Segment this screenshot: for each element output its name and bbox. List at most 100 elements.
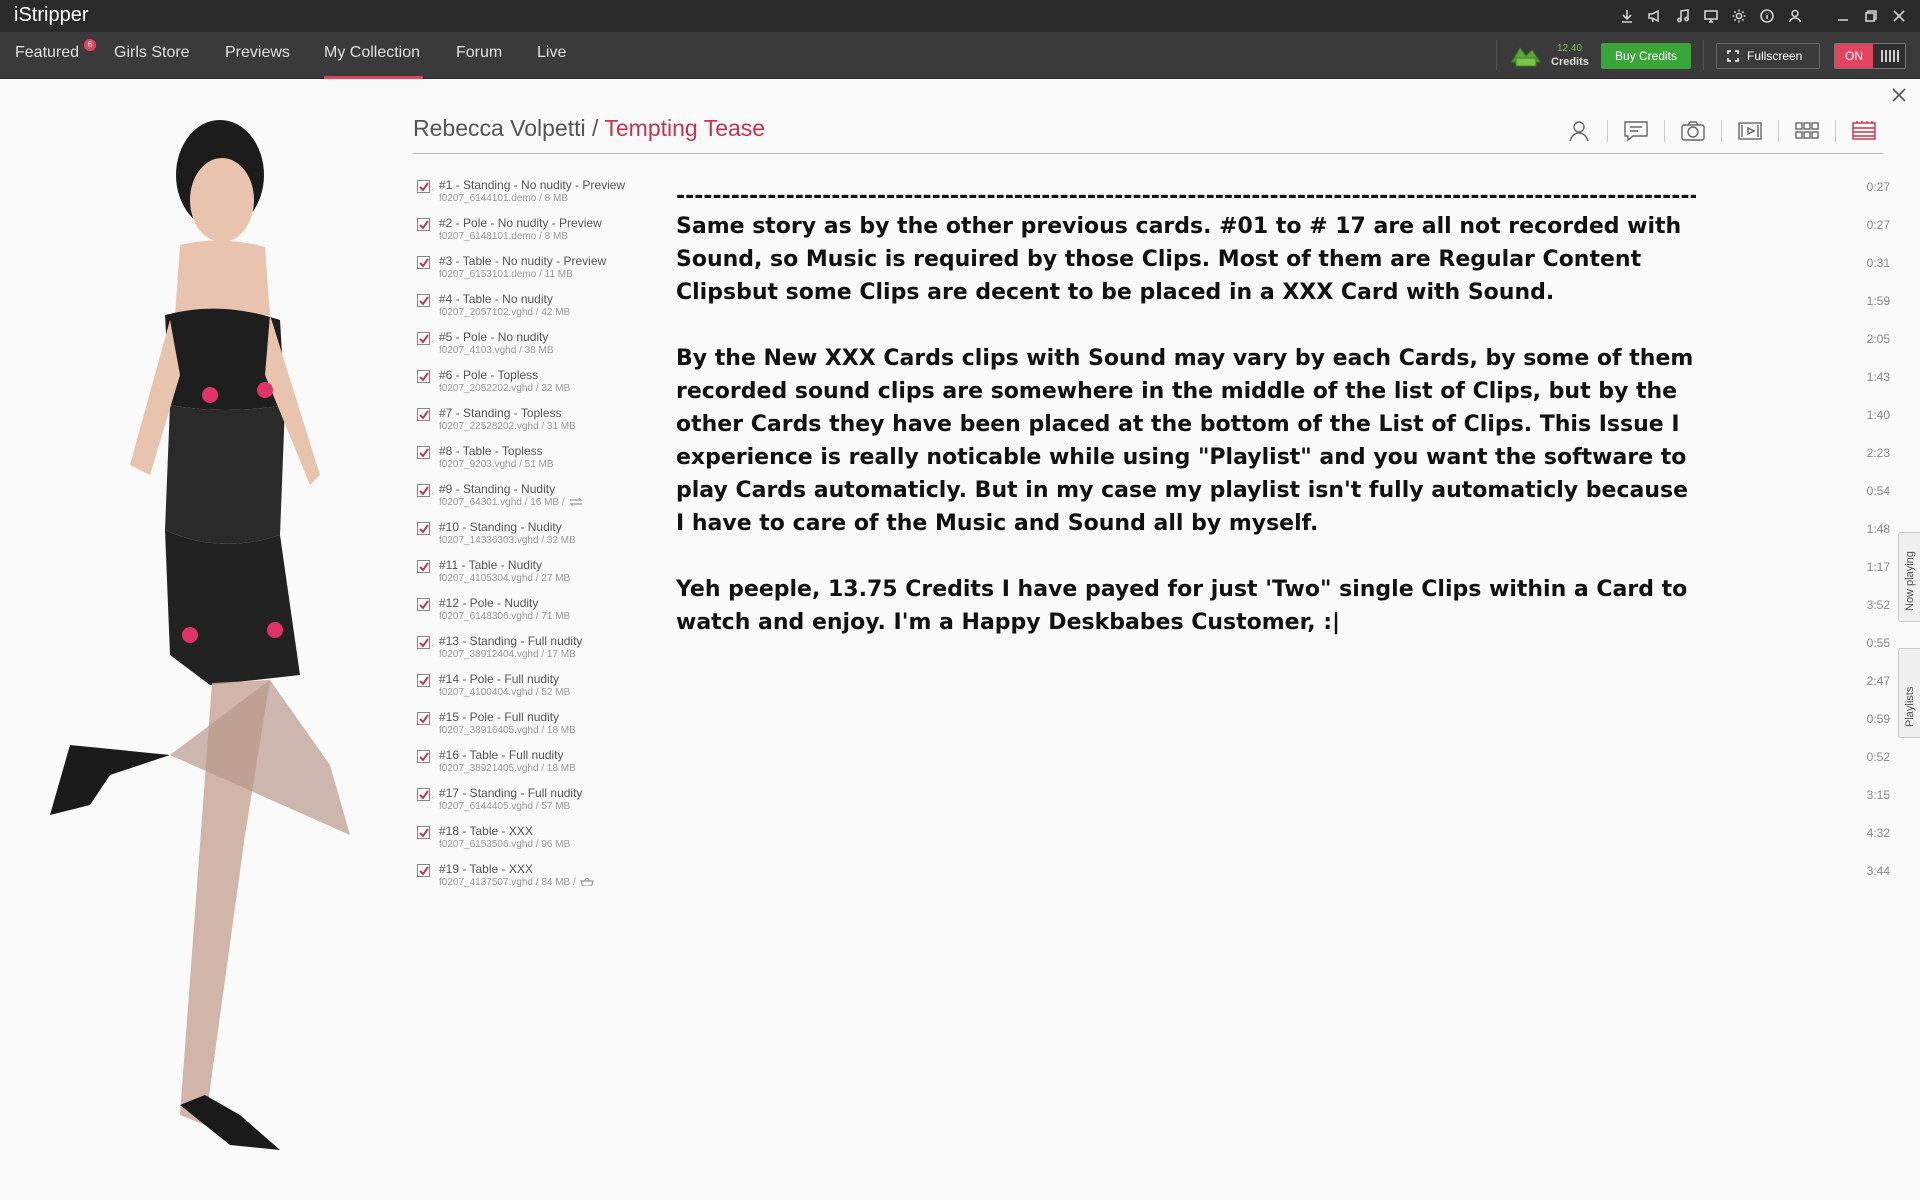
clip-checkbox[interactable] bbox=[417, 180, 430, 193]
card-name: Tempting Tease bbox=[604, 115, 766, 141]
clip-title: #6 - Pole - Topless bbox=[439, 368, 539, 382]
clip-row[interactable]: #8 - Table - Topless f0207_9203.vghd / 51… bbox=[417, 444, 637, 482]
cards-icon[interactable] bbox=[1846, 116, 1882, 146]
clip-list: #1 - Standing - No nudity - Preview f0207… bbox=[417, 178, 637, 900]
clip-checkbox[interactable] bbox=[417, 218, 430, 231]
clip-row[interactable]: #5 - Pole - No nudity f0207_4103.vghd / 3… bbox=[417, 330, 637, 368]
clip-checkbox[interactable] bbox=[417, 712, 430, 725]
clip-row[interactable]: #19 - Table - XXX f0207_4137507.vghd / 84… bbox=[417, 862, 637, 900]
clip-checkbox[interactable] bbox=[417, 750, 430, 763]
clip-duration: 0:27 bbox=[1866, 218, 1890, 232]
clip-checkbox[interactable] bbox=[417, 674, 430, 687]
restore-icon[interactable] bbox=[1862, 7, 1880, 25]
clip-checkbox[interactable] bbox=[417, 864, 430, 877]
playlists-tab[interactable]: Playlists bbox=[1898, 648, 1920, 738]
clip-row[interactable]: #18 - Table - XXX f0207_6153506.vghd / 96… bbox=[417, 824, 637, 862]
clip-checkbox[interactable] bbox=[417, 484, 430, 497]
clip-title: #13 - Standing - Full nudity bbox=[439, 634, 583, 648]
clip-row[interactable]: #3 - Table - No nudity - Preview f0207_61… bbox=[417, 254, 637, 292]
clip-file-info: f0207_64301.vghd / 16 MB / bbox=[439, 497, 583, 508]
profile-icon[interactable] bbox=[1561, 116, 1597, 146]
announcement-icon[interactable] bbox=[1646, 7, 1664, 25]
clip-row[interactable]: #14 - Pole - Full nudity f0207_4100404.vg… bbox=[417, 672, 637, 710]
clip-checkbox[interactable] bbox=[417, 446, 430, 459]
nav-live[interactable]: Live bbox=[537, 32, 566, 79]
monitor-icon[interactable] bbox=[1702, 7, 1720, 25]
clip-title: #3 - Table - No nudity - Preview bbox=[439, 254, 607, 268]
clip-row[interactable]: #7 - Standing - Topless f0207_22528202.vg… bbox=[417, 406, 637, 444]
clip-title: #11 - Table - Nudity bbox=[439, 558, 542, 572]
clip-row[interactable]: #12 - Pole - Nudity f0207_6148306.vghd / … bbox=[417, 596, 637, 634]
clip-checkbox[interactable] bbox=[417, 256, 430, 269]
nav-girls-store[interactable]: Girls Store bbox=[114, 32, 190, 79]
clips-icon[interactable] bbox=[1732, 116, 1768, 146]
on-off-toggle[interactable]: ON bbox=[1834, 43, 1906, 69]
settings-icon[interactable] bbox=[1730, 7, 1748, 25]
clip-title: #5 - Pole - No nudity bbox=[439, 330, 549, 344]
clip-checkbox[interactable] bbox=[417, 598, 430, 611]
clip-checkbox[interactable] bbox=[417, 522, 430, 535]
clip-row[interactable]: #1 - Standing - No nudity - Preview f0207… bbox=[417, 178, 637, 216]
user-icon[interactable] bbox=[1786, 7, 1804, 25]
nav-forum[interactable]: Forum bbox=[456, 32, 502, 79]
info-icon[interactable] bbox=[1758, 7, 1776, 25]
clip-row[interactable]: #11 - Table - Nudity f0207_4105304.vghd /… bbox=[417, 558, 637, 596]
clip-duration: 3:52 bbox=[1866, 598, 1890, 612]
close-card-button[interactable] bbox=[1890, 86, 1908, 104]
clip-file-info: f0207_14336303.vghd / 32 MB bbox=[439, 535, 576, 546]
clip-row[interactable]: #17 - Standing - Full nudity f0207_614440… bbox=[417, 786, 637, 824]
nav-featured[interactable]: Featured bbox=[15, 32, 79, 79]
basket-icon[interactable] bbox=[579, 877, 594, 887]
clip-checkbox[interactable] bbox=[417, 370, 430, 383]
clip-row[interactable]: #16 - Table - Full nudity f0207_38921405.… bbox=[417, 748, 637, 786]
fullscreen-button[interactable]: Fullscreen bbox=[1716, 43, 1820, 69]
clip-duration: 1:43 bbox=[1866, 370, 1890, 384]
now-playing-tab[interactable]: Now playing bbox=[1898, 532, 1920, 622]
clip-row[interactable]: #4 - Table - No nudity f0207_2057102.vghd… bbox=[417, 292, 637, 330]
clip-checkbox[interactable] bbox=[417, 636, 430, 649]
clip-duration: 0:55 bbox=[1866, 636, 1890, 650]
minimize-icon[interactable] bbox=[1834, 7, 1852, 25]
clip-row[interactable]: #15 - Pole - Full nudity f0207_38916405.v… bbox=[417, 710, 637, 748]
grid-icon[interactable] bbox=[1789, 116, 1825, 146]
nav-my-collection[interactable]: My Collection bbox=[324, 32, 423, 79]
swap-icon[interactable] bbox=[569, 497, 583, 507]
photos-icon[interactable] bbox=[1675, 116, 1711, 146]
credits-value: 12.40 bbox=[1557, 43, 1583, 54]
clip-duration: 4:32 bbox=[1866, 826, 1890, 840]
model-name[interactable]: Rebecca Volpetti bbox=[413, 115, 586, 141]
model-photo bbox=[50, 120, 350, 1150]
card-view-toolbar bbox=[1561, 116, 1882, 146]
clip-title: #9 - Standing - Nudity bbox=[439, 482, 556, 496]
clip-checkbox[interactable] bbox=[417, 332, 430, 345]
clip-row[interactable]: #9 - Standing - Nudity f0207_64301.vghd /… bbox=[417, 482, 637, 520]
card-description[interactable]: ----------------------------------------… bbox=[676, 180, 1696, 672]
nav-previews[interactable]: Previews bbox=[225, 32, 290, 79]
clip-checkbox[interactable] bbox=[417, 560, 430, 573]
clip-title: #10 - Standing - Nudity bbox=[439, 520, 562, 534]
clip-file-info: f0207_38921405.vghd / 18 MB bbox=[439, 763, 576, 774]
clip-file-info: f0207_6148306.vghd / 71 MB bbox=[439, 611, 571, 622]
clip-checkbox[interactable] bbox=[417, 294, 430, 307]
clip-duration: 0:31 bbox=[1866, 256, 1890, 270]
clip-row[interactable]: #13 - Standing - Full nudity f0207_389124… bbox=[417, 634, 637, 672]
credits-icon[interactable] bbox=[1510, 42, 1542, 68]
clip-duration: 0:27 bbox=[1866, 180, 1890, 194]
clip-row[interactable]: #10 - Standing - Nudity f0207_14336303.vg… bbox=[417, 520, 637, 558]
comments-icon[interactable] bbox=[1618, 116, 1654, 146]
clip-checkbox[interactable] bbox=[417, 788, 430, 801]
description-paragraph-1: Same story as by the other previous card… bbox=[676, 214, 1682, 305]
clip-file-info: f0207_4105304.vghd / 27 MB bbox=[439, 573, 571, 584]
clip-file-info: f0207_38916405.vghd / 18 MB bbox=[439, 725, 576, 736]
clip-checkbox[interactable] bbox=[417, 826, 430, 839]
on-label: ON bbox=[1835, 44, 1873, 68]
music-icon[interactable] bbox=[1674, 7, 1692, 25]
app-logo: iStripper bbox=[14, 4, 89, 26]
clip-duration: 2:05 bbox=[1866, 332, 1890, 346]
download-icon[interactable] bbox=[1618, 7, 1636, 25]
clip-checkbox[interactable] bbox=[417, 408, 430, 421]
close-window-icon[interactable] bbox=[1890, 7, 1908, 25]
clip-row[interactable]: #2 - Pole - No nudity - Preview f0207_614… bbox=[417, 216, 637, 254]
clip-row[interactable]: #6 - Pole - Topless f0207_2052202.vghd / … bbox=[417, 368, 637, 406]
buy-credits-button[interactable]: Buy Credits bbox=[1601, 43, 1691, 69]
